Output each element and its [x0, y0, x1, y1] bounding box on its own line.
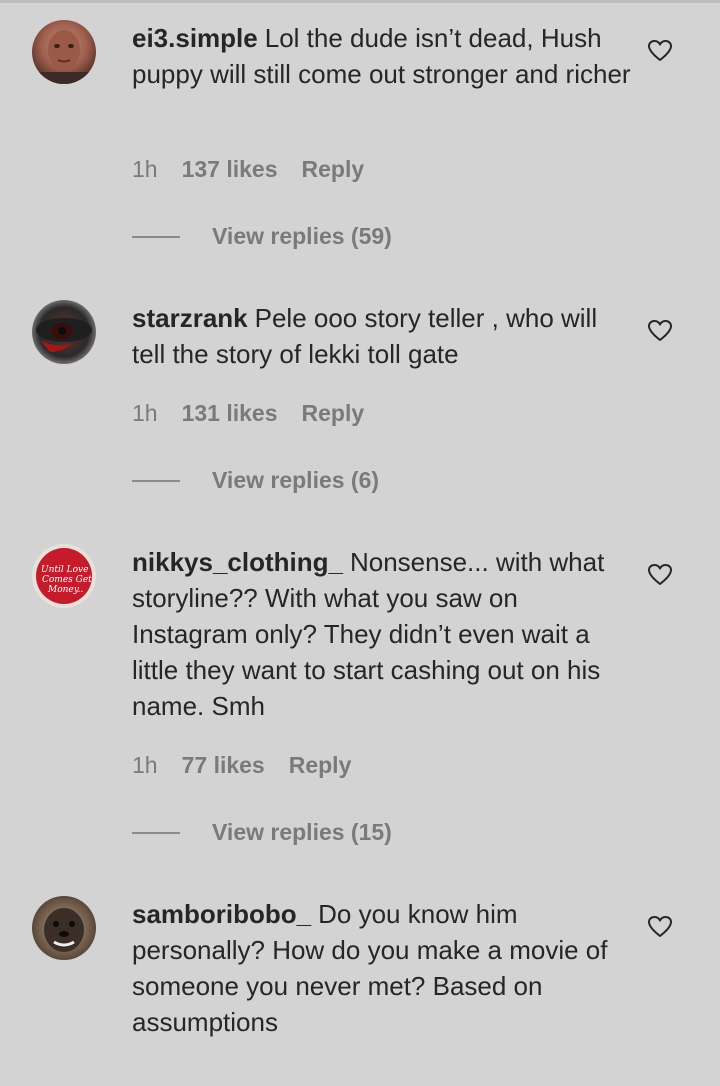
svg-text:Money..: Money.. — [47, 585, 84, 595]
reply-button[interactable]: Reply — [302, 400, 365, 427]
view-replies-label: View replies (15) — [212, 819, 392, 845]
replies-dash — [132, 235, 180, 238]
replies-dash — [132, 831, 180, 834]
comment-body: starzrank Pele ooo story teller , who wil… — [132, 300, 632, 372]
comment-time: 1h — [132, 156, 158, 182]
heart-icon[interactable] — [647, 319, 673, 343]
comment-likes[interactable]: 137 likes — [182, 156, 278, 183]
svg-text:Comes Get: Comes Get — [42, 575, 92, 585]
avatar[interactable] — [32, 20, 96, 84]
comment-username[interactable]: ei3.simple — [132, 23, 258, 53]
comment-likes[interactable]: 131 likes — [182, 400, 278, 427]
top-divider — [0, 0, 720, 3]
comment-body: samboribobo_ Do you know him personally? … — [132, 896, 632, 1040]
comment-username[interactable]: nikkys_clothing_ — [132, 547, 343, 577]
avatar[interactable]: Until Love Comes Get Money.. — [32, 544, 96, 608]
comment-meta: 1h 131 likes Reply — [132, 400, 388, 427]
heart-icon[interactable] — [647, 915, 673, 939]
view-replies-button[interactable]: View replies (6) — [132, 467, 379, 494]
comment-username[interactable]: samboribobo_ — [132, 899, 311, 929]
heart-icon[interactable] — [647, 39, 673, 63]
comment-body: ei3.simple Lol the dude isn’t dead, Hush … — [132, 20, 632, 92]
view-replies-button[interactable]: View replies (59) — [132, 223, 392, 250]
avatar[interactable] — [32, 896, 96, 960]
comment-likes[interactable]: 77 likes — [182, 752, 265, 779]
comment-time: 1h — [132, 752, 158, 778]
reply-button[interactable]: Reply — [289, 752, 352, 779]
heart-icon[interactable] — [647, 563, 673, 587]
replies-dash — [132, 479, 180, 482]
reply-button[interactable]: Reply — [302, 156, 365, 183]
comment-time: 1h — [132, 400, 158, 426]
view-replies-button[interactable]: View replies (15) — [132, 819, 392, 846]
comment-meta: 1h 137 likes Reply — [132, 156, 388, 183]
comment-body: nikkys_clothing_ Nonsense... with what st… — [132, 544, 632, 724]
comment-username[interactable]: starzrank — [132, 303, 248, 333]
view-replies-label: View replies (59) — [212, 223, 392, 249]
svg-text:Until Love: Until Love — [41, 565, 88, 575]
view-replies-label: View replies (6) — [212, 467, 380, 493]
avatar[interactable] — [32, 300, 96, 364]
comment-meta: 1h 77 likes Reply — [132, 752, 375, 779]
